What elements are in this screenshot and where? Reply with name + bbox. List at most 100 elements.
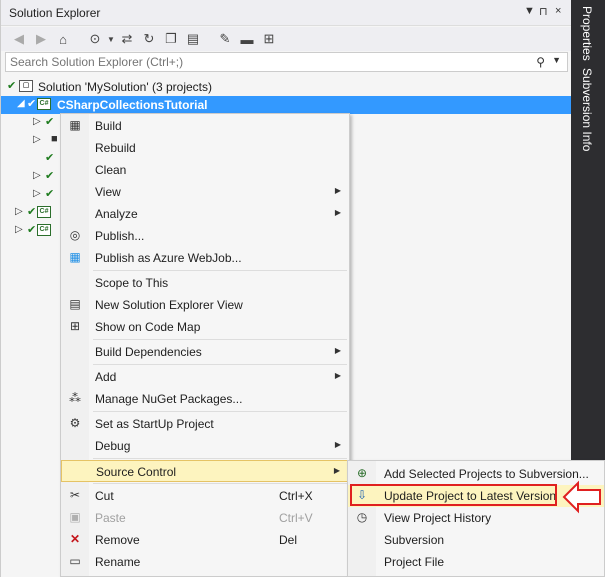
properties-wrench-icon[interactable]: ✎: [215, 29, 235, 49]
gear-icon: ⚙: [69, 416, 81, 430]
menu-item-label: View: [95, 185, 121, 199]
menu-item-set-startup[interactable]: ⚙ Set as StartUp Project: [61, 413, 349, 435]
menu-separator: [93, 339, 347, 340]
collapsed-arrow-icon[interactable]: ▷: [15, 206, 23, 217]
annotation-highlight-box: [350, 484, 557, 506]
panel-toolbar: ◀ ▶ ⌂ ⊙ ▼ ⇄ ↻ ❐ ▤ ✎ ▬ ⊞: [1, 27, 572, 51]
collapsed-arrow-icon[interactable]: ▷: [33, 188, 41, 199]
forward-icon[interactable]: ▶: [31, 29, 51, 49]
menu-item-clean[interactable]: Clean: [61, 159, 349, 181]
menu-separator: [93, 364, 347, 365]
menu-item-label: Add Selected Projects to Subversion...: [384, 467, 589, 481]
menu-item-view[interactable]: View ▶: [61, 181, 349, 203]
new-view-icon: ▤: [69, 297, 81, 311]
menu-item-analyze[interactable]: Analyze ▶: [61, 203, 349, 225]
menu-item-label: Add: [95, 370, 117, 384]
menu-item-show-on-code-map[interactable]: ⊞ Show on Code Map: [61, 316, 349, 338]
sync-icon[interactable]: ⇄: [117, 29, 137, 49]
menu-separator: [93, 270, 347, 271]
menu-item-label: Clean: [95, 163, 127, 177]
submenu-arrow-icon: ▶: [333, 466, 340, 475]
preview-selected-icon[interactable]: ▬: [237, 29, 257, 49]
collapsed-arrow-icon[interactable]: ▷: [15, 224, 23, 235]
tree-row-label: CSharpCollectionsTutorial: [57, 98, 208, 112]
menu-separator: [93, 483, 347, 484]
tab-properties[interactable]: Properties: [580, 6, 594, 61]
menu-item-label: Rebuild: [95, 141, 136, 155]
menu-item-publish[interactable]: ◎ Publish...: [61, 225, 349, 247]
expanded-arrow-icon[interactable]: ◢: [17, 98, 25, 109]
shortcut-text: Ctrl+V: [279, 511, 313, 525]
menu-item-label: View Project History: [384, 511, 492, 525]
dropdown-arrow-icon[interactable]: ▼: [524, 5, 535, 17]
menu-item-label: Subversion: [384, 533, 445, 547]
menu-item-remove[interactable]: ✕ Remove Del: [61, 529, 349, 551]
refresh-icon[interactable]: ↻: [139, 29, 159, 49]
submenu-arrow-icon: ▶: [334, 371, 341, 380]
collapsed-arrow-icon[interactable]: ▷: [33, 134, 41, 145]
checkmark-icon: ✔: [7, 80, 17, 92]
checkmark-icon: ✔: [45, 116, 55, 128]
checkmark-icon: ✔: [27, 206, 37, 218]
annotation-arrow-icon: [562, 480, 601, 514]
menu-item-cut[interactable]: ✂ Cut Ctrl+X: [61, 485, 349, 507]
history-icon: ◷: [356, 510, 368, 524]
menu-item-paste[interactable]: ▣ Paste Ctrl+V: [61, 507, 349, 529]
code-map-icon[interactable]: ⊞: [259, 29, 279, 49]
menu-item-label: New Solution Explorer View: [95, 298, 243, 312]
checkmark-icon: ✔: [45, 152, 55, 164]
menu-item-build[interactable]: ▦ Build: [61, 115, 349, 137]
menu-item-label: Manage NuGet Packages...: [95, 392, 243, 406]
submenu-arrow-icon: ▶: [334, 440, 341, 449]
menu-item-scope-to-this[interactable]: Scope to This: [61, 272, 349, 294]
context-menu: ▦ Build Rebuild Clean View ▶ Analyze ▶ ◎…: [60, 113, 350, 577]
close-icon[interactable]: ×: [555, 5, 561, 17]
menu-item-label: Show on Code Map: [95, 320, 201, 334]
submenu-item-subversion[interactable]: Subversion: [348, 529, 604, 551]
menu-separator: [93, 458, 347, 459]
menu-item-build-dependencies[interactable]: Build Dependencies ▶: [61, 341, 349, 363]
menu-item-source-control[interactable]: Source Control ▶: [61, 460, 349, 482]
menu-item-new-solution-explorer-view[interactable]: ▤ New Solution Explorer View: [61, 294, 349, 316]
tree-row-solution[interactable]: ✔ ▢ Solution 'MySolution' (3 projects): [1, 78, 572, 96]
pin-icon[interactable]: ⊓: [539, 5, 548, 18]
menu-item-label: Debug: [95, 439, 131, 453]
search-input[interactable]: [6, 53, 526, 71]
home-icon[interactable]: ⌂: [53, 29, 73, 49]
menu-item-label: Cut: [95, 489, 114, 503]
publish-icon: ◎: [69, 228, 81, 242]
windows-icon: ▦: [69, 250, 81, 264]
search-icon[interactable]: ⚲: [536, 55, 545, 69]
menu-item-label: Set as StartUp Project: [95, 417, 214, 431]
menu-item-manage-nuget[interactable]: ⁂ Manage NuGet Packages...: [61, 388, 349, 410]
menu-separator: [93, 411, 347, 412]
chevron-down-icon[interactable]: ▼: [552, 55, 561, 65]
checkmark-icon: ✔: [45, 170, 55, 182]
panel-title: Solution Explorer: [9, 6, 101, 20]
submenu-arrow-icon: ▶: [334, 208, 341, 217]
menu-item-rebuild[interactable]: Rebuild: [61, 137, 349, 159]
menu-item-label: Scope to This: [95, 276, 169, 290]
shortcut-text: Del: [279, 533, 298, 547]
menu-item-debug[interactable]: Debug ▶: [61, 435, 349, 457]
collapsed-arrow-icon[interactable]: ▷: [33, 116, 41, 127]
menu-item-label: Rename: [95, 555, 141, 569]
tab-subversion-info[interactable]: Subversion Info: [580, 68, 594, 151]
show-all-files-icon[interactable]: ▤: [183, 29, 203, 49]
solution-icon: ▢: [19, 80, 33, 92]
collapsed-arrow-icon[interactable]: ▷: [33, 170, 41, 181]
back-icon[interactable]: ◀: [9, 29, 29, 49]
tree-row-project[interactable]: ◢ ✔ C# CSharpCollectionsTutorial: [1, 96, 572, 114]
menu-item-publish-azure-webjob[interactable]: ▦ Publish as Azure WebJob...: [61, 247, 349, 269]
menu-item-label: Publish as Azure WebJob...: [95, 251, 242, 265]
remove-icon: ✕: [69, 532, 81, 546]
menu-item-rename[interactable]: ▭ Rename: [61, 551, 349, 573]
submenu-item-project-file[interactable]: Project File: [348, 551, 604, 573]
menu-item-label: Source Control: [96, 465, 177, 479]
menu-item-add[interactable]: Add ▶: [61, 366, 349, 388]
collapse-all-icon[interactable]: ❐: [161, 29, 181, 49]
submenu-arrow-icon: ▶: [334, 346, 341, 355]
add-to-svn-icon: ⊕: [356, 466, 368, 480]
csharp-project-icon: C#: [37, 206, 51, 218]
search-box[interactable]: ⚲ ▼: [5, 52, 568, 72]
